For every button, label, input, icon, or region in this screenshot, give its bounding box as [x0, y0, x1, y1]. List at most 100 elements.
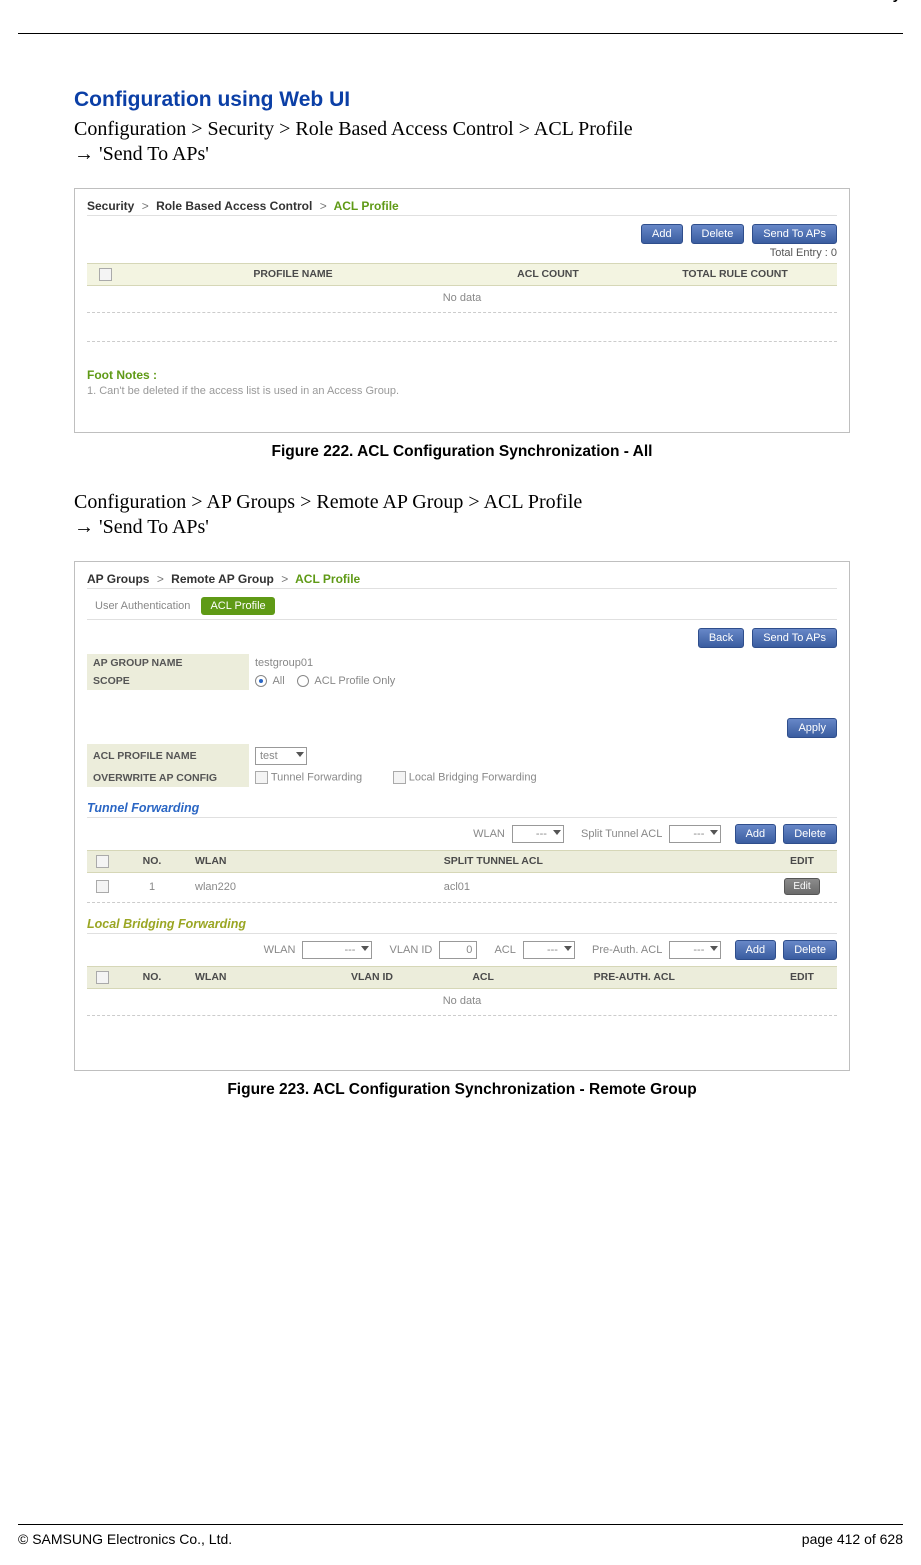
label-wlan: WLAN — [473, 828, 505, 840]
col-no: NO. — [117, 855, 187, 868]
breadcrumb: AP Groups > Remote AP Group > ACL Profil… — [87, 572, 837, 586]
row-checkbox[interactable] — [96, 880, 109, 893]
label-ap-group-name: AP GROUP NAME — [87, 654, 249, 672]
tunnel-row: 1 wlan220 acl01 Edit — [87, 873, 837, 900]
tunnel-select-all-checkbox[interactable] — [96, 855, 109, 868]
vlan-id-input[interactable]: 0 — [439, 941, 477, 959]
radio-label-all: All — [272, 675, 284, 687]
label-split-tunnel-acl: Split Tunnel ACL — [581, 828, 662, 840]
radio-scope-all[interactable] — [255, 675, 267, 687]
label-preauth-acl: Pre-Auth. ACL — [592, 944, 662, 956]
breadcrumb-sep: > — [316, 199, 331, 213]
col-acl: ACL — [472, 971, 593, 984]
col-preauth-acl: PRE-AUTH. ACL — [594, 971, 767, 984]
col-acl-count: ACL COUNT — [463, 268, 633, 281]
breadcrumb-item: Remote AP Group — [171, 572, 274, 586]
col-edit: EDIT — [767, 971, 837, 984]
footnotes-heading: Foot Notes : — [87, 368, 837, 382]
tunnel-grid-header: NO. WLAN SPLIT TUNNEL ACL EDIT — [87, 850, 837, 873]
divider — [87, 312, 837, 313]
checkbox-local-bridging[interactable] — [393, 771, 406, 784]
label-acl-profile-name: ACL PROFILE NAME — [87, 744, 249, 768]
back-button[interactable]: Back — [698, 628, 744, 648]
nav-path-1: Configuration > Security > Role Based Ac… — [74, 118, 850, 141]
cell-split-tunnel-acl: acl01 — [444, 881, 767, 893]
col-profile-name: PROFILE NAME — [123, 268, 463, 281]
breadcrumb-item: Role Based Access Control — [156, 199, 312, 213]
figure-223-caption: Figure 223. ACL Configuration Synchroniz… — [74, 1081, 850, 1099]
breadcrumb-sep: > — [277, 572, 292, 586]
send-to-aps-button[interactable]: Send To APs — [752, 628, 837, 648]
divider — [87, 588, 837, 589]
breadcrumb-active: ACL Profile — [295, 572, 360, 586]
section-local-bridging: Local Bridging Forwarding — [87, 917, 837, 934]
wlan-select[interactable]: --- — [302, 941, 372, 959]
nav-path-2: Configuration > AP Groups > Remote AP Gr… — [74, 491, 850, 514]
label-local-bridging: Local Bridging Forwarding — [409, 772, 537, 784]
col-split-tunnel-acl: SPLIT TUNNEL ACL — [444, 855, 767, 868]
local-grid-header: NO. WLAN VLAN ID ACL PRE-AUTH. ACL EDIT — [87, 966, 837, 989]
footnote-1: 1. Can't be deleted if the access list i… — [87, 385, 837, 397]
breadcrumb-item: Security — [87, 199, 134, 213]
col-no: NO. — [117, 971, 187, 984]
edit-button[interactable]: Edit — [784, 878, 819, 895]
delete-button[interactable]: Delete — [691, 224, 745, 244]
breadcrumb-sep: > — [153, 572, 168, 586]
local-select-all-checkbox[interactable] — [96, 971, 109, 984]
label-acl: ACL — [494, 944, 515, 956]
running-head: CHAPTER 8. Security — [18, 0, 903, 3]
select-all-checkbox[interactable] — [99, 268, 112, 281]
split-tunnel-acl-select[interactable]: --- — [669, 825, 721, 843]
figure-222-caption: Figure 222. ACL Configuration Synchroniz… — [74, 443, 850, 461]
col-edit: EDIT — [767, 855, 837, 868]
group-settings: AP GROUP NAME testgroup01 SCOPE All ACL … — [87, 654, 837, 690]
footer: © SAMSUNG Electronics Co., Ltd. page 412… — [18, 1524, 903, 1547]
breadcrumb-item: AP Groups — [87, 572, 149, 586]
value-ap-group-name: testgroup01 — [249, 654, 837, 672]
breadcrumb-sep: > — [138, 199, 153, 213]
tab-acl-profile[interactable]: ACL Profile — [201, 597, 274, 615]
grid-header: PROFILE NAME ACL COUNT TOTAL RULE COUNT — [87, 263, 837, 286]
tunnel-add-button[interactable]: Add — [735, 824, 777, 844]
cell-wlan: wlan220 — [187, 881, 444, 893]
label-scope: SCOPE — [87, 672, 249, 690]
divider — [87, 902, 837, 903]
apply-button[interactable]: Apply — [787, 718, 837, 738]
label-tunnel-forwarding: Tunnel Forwarding — [271, 772, 362, 784]
nav-path-1b: → 'Send To APs' — [74, 143, 850, 166]
radio-scope-profile-only[interactable] — [297, 675, 309, 687]
acl-select[interactable]: --- — [523, 941, 575, 959]
label-vlan-id: VLAN ID — [390, 944, 433, 956]
checkbox-tunnel-forwarding[interactable] — [255, 771, 268, 784]
nav-path-2b: → 'Send To APs' — [74, 516, 850, 539]
divider — [87, 215, 837, 216]
col-total-rule-count: TOTAL RULE COUNT — [633, 268, 837, 281]
local-delete-button[interactable]: Delete — [783, 940, 837, 960]
no-data: No data — [87, 989, 837, 1013]
divider — [87, 1015, 837, 1016]
local-controls: WLAN --- VLAN ID 0 ACL --- Pre-Auth. ACL… — [87, 934, 837, 966]
tunnel-controls: WLAN --- Split Tunnel ACL --- Add Delete — [87, 818, 837, 850]
col-vlan-id: VLAN ID — [351, 971, 472, 984]
preauth-acl-select[interactable]: --- — [669, 941, 721, 959]
radio-label-profile-only: ACL Profile Only — [314, 675, 395, 687]
section-tunnel-forwarding: Tunnel Forwarding — [87, 801, 837, 818]
breadcrumb: Security > Role Based Access Control > A… — [87, 199, 837, 213]
add-button[interactable]: Add — [641, 224, 683, 244]
tab-user-authentication[interactable]: User Authentication — [87, 597, 198, 615]
wlan-select[interactable]: --- — [512, 825, 564, 843]
profile-settings: ACL PROFILE NAME test OVERWRITE AP CONFI… — [87, 744, 837, 787]
total-entry: Total Entry : 0 — [87, 247, 837, 259]
cell-no: 1 — [117, 881, 187, 893]
footer-page-number: page 412 of 628 — [802, 1531, 903, 1547]
footer-copyright: © SAMSUNG Electronics Co., Ltd. — [18, 1531, 232, 1547]
send-to-aps-button[interactable]: Send To APs — [752, 224, 837, 244]
divider — [87, 619, 837, 620]
tunnel-delete-button[interactable]: Delete — [783, 824, 837, 844]
acl-profile-name-select[interactable]: test — [255, 747, 307, 765]
local-add-button[interactable]: Add — [735, 940, 777, 960]
label-wlan: WLAN — [264, 944, 296, 956]
no-data: No data — [87, 286, 837, 310]
label-overwrite-ap-config: OVERWRITE AP CONFIG — [87, 768, 249, 787]
section-heading: Configuration using Web UI — [74, 88, 850, 112]
